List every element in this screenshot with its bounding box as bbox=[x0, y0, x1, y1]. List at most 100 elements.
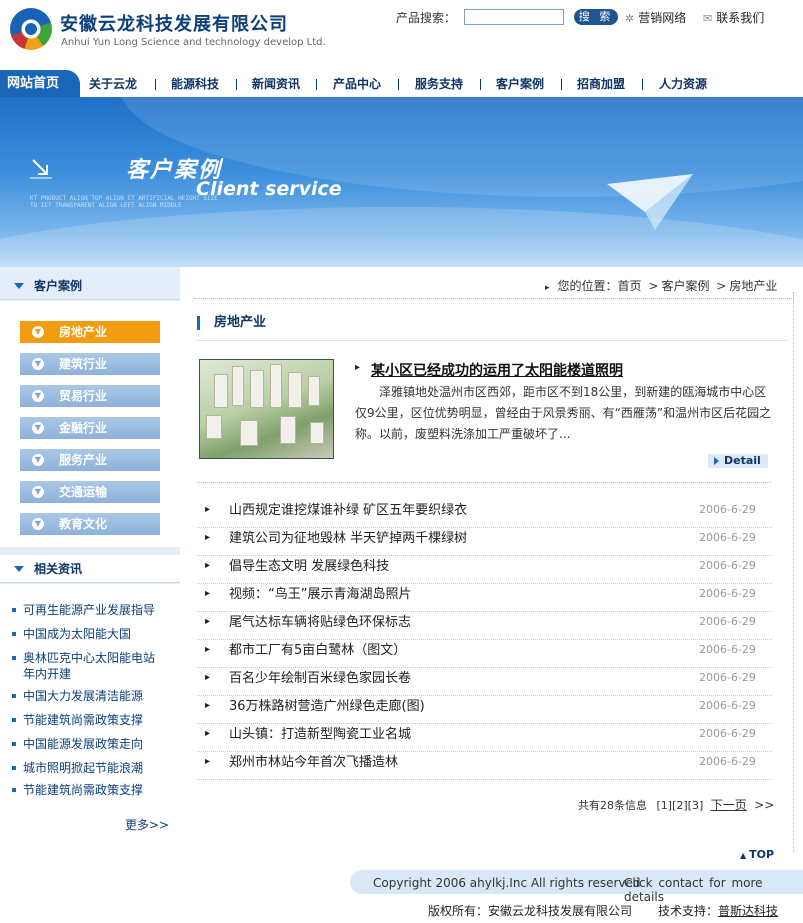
triangle-right-icon: ▸ bbox=[205, 644, 211, 655]
news-link[interactable]: 中国成为太阳能大国 bbox=[0, 626, 180, 642]
article-row[interactable]: ▸ 山西规定谁挖煤谁补绿 矿区五年要织绿衣 2006-6-29 bbox=[197, 500, 772, 528]
category-label: 建筑行业 bbox=[59, 357, 108, 371]
paper-plane-icon bbox=[607, 174, 693, 230]
chevron-down-icon: ▼ bbox=[32, 518, 44, 530]
featured-image[interactable] bbox=[199, 359, 334, 459]
pagination-summary: 共有28条信息 bbox=[578, 799, 647, 812]
chevron-down-icon: ▼ bbox=[32, 422, 44, 434]
nav-item-cases[interactable]: 客户案例 bbox=[496, 70, 544, 98]
breadcrumb-section[interactable]: 客户案例 bbox=[661, 279, 709, 293]
nav-home[interactable]: 网站首页 bbox=[0, 70, 80, 98]
footer-contact-link[interactable]: Click contact for more details bbox=[624, 876, 803, 904]
triangle-right-icon: ▸ bbox=[545, 283, 550, 293]
article-row[interactable]: ▸ 36万株路树营造广州绿色走廊(图) 2006-6-29 bbox=[197, 696, 772, 724]
bullet-icon bbox=[12, 742, 16, 746]
category-real-estate[interactable]: ▼ 房地产业 bbox=[20, 321, 160, 343]
news-link[interactable]: 可再生能源产业发展指导 bbox=[0, 602, 180, 618]
chevron-down-icon: ▼ bbox=[32, 326, 44, 338]
news-link[interactable]: 中国能源发展政策走向 bbox=[0, 736, 180, 752]
article-row[interactable]: ▸ 都市工厂有5亩白鹭林（图文） 2006-6-29 bbox=[197, 640, 772, 668]
bullet-icon bbox=[12, 694, 16, 698]
category-label: 教育文化 bbox=[59, 517, 108, 531]
article-row[interactable]: ▸ 山头镇：打造新型陶瓷工业名城 2006-6-29 bbox=[197, 724, 772, 752]
category-education[interactable]: ▼ 教育文化 bbox=[20, 513, 160, 535]
bullet-icon bbox=[12, 608, 16, 612]
bullet-icon bbox=[12, 718, 16, 722]
nav-item-support[interactable]: 服务支持 bbox=[415, 70, 463, 98]
category-service[interactable]: ▼ 服务产业 bbox=[20, 449, 160, 471]
nav-separator bbox=[561, 79, 562, 90]
article-row[interactable]: ▸ 倡导生态文明 发展绿色科技 2006-6-29 bbox=[197, 556, 772, 584]
bullet-icon bbox=[12, 656, 16, 660]
triangle-right-icon: ▸ bbox=[205, 504, 211, 515]
banner: KT PRODUCT ALIGN TOP ALIGN CT ARTIFICIAL… bbox=[0, 97, 803, 267]
divider bbox=[197, 482, 772, 483]
article-row[interactable]: ▸ 郑州市林站今年首次飞播造林 2006-6-29 bbox=[197, 752, 772, 780]
featured-title-link[interactable]: 某小区已经成功的运用了太阳能楼道照明 bbox=[371, 360, 623, 380]
category-transport[interactable]: ▼ 交通运输 bbox=[20, 481, 160, 503]
cases-heading: 客户案例 bbox=[0, 272, 180, 300]
category-label: 交通运输 bbox=[59, 485, 108, 499]
article-row[interactable]: ▸ 百名少年绘制百米绿色家园长卷 2006-6-29 bbox=[197, 668, 772, 696]
next-page-link[interactable]: 下一页 bbox=[711, 798, 747, 812]
pagination-pages[interactable]: [1][2][3] bbox=[657, 799, 704, 812]
sun-icon: ✲ bbox=[625, 12, 635, 25]
chevron-down-icon: ▼ bbox=[32, 486, 44, 498]
nav-item-about[interactable]: 关于云龙 bbox=[89, 70, 137, 98]
contact-us-label: 联系我们 bbox=[716, 11, 765, 25]
breadcrumb-separator: > bbox=[648, 279, 659, 293]
footer-owner: 版权所有：安徽云龙科技发展有限公司 bbox=[428, 904, 633, 918]
double-chevron-right-icon[interactable]: >> bbox=[754, 798, 774, 812]
news-link[interactable]: 奥林匹克中心太阳能电站年内开建 bbox=[0, 650, 165, 682]
footer-copyright: Copyright 2006 ahylkj.Inc All rights res… bbox=[373, 876, 641, 890]
divider bbox=[194, 298, 794, 299]
cases-heading-label: 客户案例 bbox=[34, 279, 83, 293]
category-label: 金融行业 bbox=[59, 421, 108, 435]
arrow-down-right-icon bbox=[30, 159, 52, 179]
nav-item-news[interactable]: 新闻资讯 bbox=[252, 70, 300, 98]
banner-small-text: KT PRODUCT ALIGN TOP ALIGN CT ARTIFICIAL… bbox=[30, 195, 218, 209]
more-news-link[interactable]: 更多>> bbox=[125, 816, 169, 833]
news-heading: 相关资讯 bbox=[0, 555, 180, 583]
search-button[interactable]: 搜 索 bbox=[574, 9, 618, 25]
news-link[interactable]: 节能建筑尚需政策支撑 bbox=[0, 712, 180, 728]
nav-separator bbox=[642, 79, 643, 90]
category-finance[interactable]: ▼ 金融行业 bbox=[20, 417, 160, 439]
nav-item-products[interactable]: 产品中心 bbox=[333, 70, 381, 98]
sidebar: 客户案例 ▼ 房地产业 ▼ 建筑行业 ▼ 贸易行业 ▼ 金融行业 ▼ 服务产业 ▼ 交通运输… bbox=[0, 267, 180, 865]
article-row[interactable]: ▸ 尾气达标车辆将贴绿色环保标志 2006-6-29 bbox=[197, 612, 772, 640]
category-label: 服务产业 bbox=[59, 453, 108, 467]
triangle-down-icon bbox=[14, 566, 24, 572]
header: 安徽云龙科技发展有限公司 Anhui Yun Long Science and … bbox=[0, 0, 803, 70]
product-search-input[interactable] bbox=[464, 9, 564, 25]
page-title: 房地产业 bbox=[197, 316, 266, 330]
company-name: 安徽云龙科技发展有限公司 bbox=[60, 14, 288, 35]
category-trade[interactable]: ▼ 贸易行业 bbox=[20, 385, 160, 407]
news-link[interactable]: 中国大力发展清洁能源 bbox=[0, 688, 180, 704]
news-link[interactable]: 节能建筑尚需政策支撑 bbox=[0, 782, 180, 798]
marketing-network-link[interactable]: ✲ 营销网络 bbox=[625, 9, 686, 26]
tech-vendor-link[interactable]: 普斯达科技 bbox=[718, 904, 778, 918]
contact-us-link[interactable]: ✉ 联系我们 bbox=[703, 9, 764, 26]
article-row[interactable]: ▸ 视频：“鸟王”展示青海湖岛照片 2006-6-29 bbox=[197, 584, 772, 612]
breadcrumb-home[interactable]: 首页 bbox=[618, 279, 642, 293]
bullet-icon bbox=[12, 766, 16, 770]
nav-item-energy[interactable]: 能源科技 bbox=[171, 70, 219, 98]
marketing-network-label: 营销网络 bbox=[638, 11, 687, 25]
footer-tech-support: 技术支持：普斯达科技 bbox=[658, 904, 779, 918]
main-nav: 网站首页 关于云龙 能源科技 新闻资讯 产品中心 服务支持 客户案例 招商加盟 … bbox=[0, 70, 803, 98]
nav-item-franchise[interactable]: 招商加盟 bbox=[577, 70, 625, 98]
company-logo[interactable] bbox=[10, 8, 52, 50]
breadcrumb-current: 房地产业 bbox=[729, 279, 778, 293]
pagination: 共有28条信息 [1][2][3] 下一页 >> bbox=[578, 796, 774, 813]
breadcrumb-separator: > bbox=[716, 279, 727, 293]
detail-button[interactable]: Detail bbox=[708, 454, 768, 468]
nav-item-hr[interactable]: 人力资源 bbox=[659, 70, 707, 98]
bullet-icon bbox=[12, 632, 16, 636]
triangle-right-icon: ▸ bbox=[355, 362, 361, 373]
category-construction[interactable]: ▼ 建筑行业 bbox=[20, 353, 160, 375]
category-label: 房地产业 bbox=[59, 325, 108, 339]
back-to-top-link[interactable]: ▲ TOP bbox=[740, 848, 774, 861]
article-row[interactable]: ▸ 建筑公司为征地毁林 半天铲掉两千棵绿树 2006-6-29 bbox=[197, 528, 772, 556]
news-link[interactable]: 城市照明掀起节能浪潮 bbox=[0, 760, 180, 776]
